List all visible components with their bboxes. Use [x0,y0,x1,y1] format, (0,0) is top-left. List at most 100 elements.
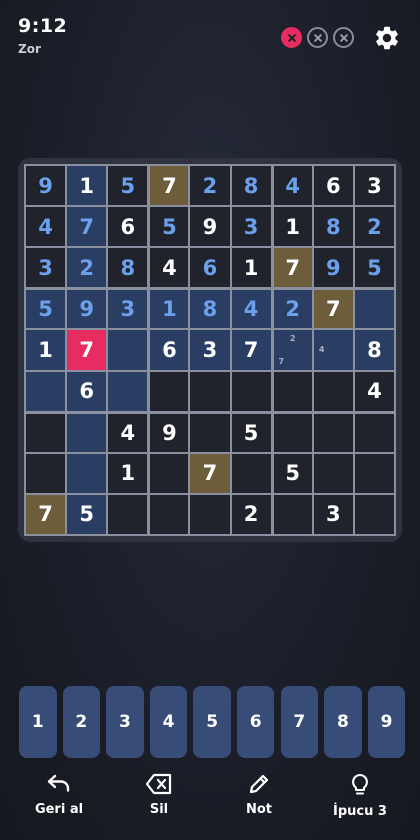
sudoku-cell-r9c5[interactable] [190,494,230,534]
sudoku-cell-r8c2[interactable] [67,453,107,493]
sudoku-cell-r6c4[interactable] [150,371,189,411]
number-key-4[interactable]: 4 [149,686,188,758]
sudoku-cell-r7c9[interactable] [354,413,394,452]
sudoku-cell-r4c5[interactable]: 8 [190,290,230,329]
number-key-9[interactable]: 9 [367,686,406,758]
note-digit [339,356,351,368]
sudoku-cell-r7c5[interactable] [190,413,230,452]
sudoku-cell-r7c4[interactable]: 9 [150,413,189,452]
sudoku-cell-r5c5[interactable]: 3 [190,330,230,370]
sudoku-cell-r7c2[interactable] [67,413,107,452]
sudoku-cell-r9c6[interactable]: 2 [231,494,271,534]
sudoku-cell-r4c8[interactable]: 7 [313,290,353,329]
hint-button[interactable]: İpucu 3 [315,772,405,819]
sudoku-cell-r4c3[interactable]: 3 [108,290,148,329]
number-key-6[interactable]: 6 [236,686,275,758]
sudoku-cell-r2c9[interactable]: 2 [354,207,394,247]
sudoku-cell-r3c7[interactable]: 7 [273,248,312,288]
undo-label: Geri al [34,802,84,817]
sudoku-cell-r2c4[interactable]: 5 [150,207,189,247]
sudoku-cell-r1c3[interactable]: 5 [108,166,148,206]
sudoku-cell-r9c9[interactable] [354,494,394,534]
sudoku-cell-r1c4[interactable]: 7 [150,166,189,206]
sudoku-cell-r6c7[interactable] [273,371,312,411]
notes-button[interactable]: Not [214,772,304,817]
sudoku-cell-r7c1[interactable] [26,413,66,452]
sudoku-cell-r9c4[interactable] [150,494,189,534]
sudoku-cell-r1c6[interactable]: 8 [231,166,271,206]
sudoku-cell-r2c3[interactable]: 6 [108,207,148,247]
sudoku-cell-r5c4[interactable]: 6 [150,330,189,370]
sudoku-cell-r8c7[interactable]: 5 [273,453,312,493]
sudoku-cell-r9c8[interactable]: 3 [313,494,353,534]
sudoku-cell-r8c9[interactable] [354,453,394,493]
sudoku-cell-r5c2[interactable]: 7 [67,330,107,370]
sudoku-cell-r8c4[interactable] [150,453,189,493]
sudoku-cell-r6c2[interactable]: 6 [67,371,107,411]
sudoku-cell-r6c8[interactable] [313,371,353,411]
sudoku-cell-r3c1[interactable]: 3 [26,248,66,288]
sudoku-cell-r2c5[interactable]: 9 [190,207,230,247]
sudoku-cell-r6c5[interactable] [190,371,230,411]
sudoku-cell-r7c7[interactable] [273,413,312,452]
sudoku-cell-r2c2[interactable]: 7 [67,207,107,247]
erase-button[interactable]: Sil [114,772,204,817]
sudoku-cell-r6c6[interactable] [231,371,271,411]
sudoku-cell-r3c5[interactable]: 6 [190,248,230,288]
sudoku-cell-r9c2[interactable]: 5 [67,494,107,534]
sudoku-cell-r5c6[interactable]: 7 [231,330,271,370]
number-key-7[interactable]: 7 [280,686,319,758]
sudoku-cell-r2c1[interactable]: 4 [26,207,66,247]
sudoku-cell-r5c7[interactable]: 27 [273,330,312,370]
number-key-1[interactable]: 1 [19,686,57,758]
sudoku-cell-r3c2[interactable]: 2 [67,248,107,288]
sudoku-cell-r7c3[interactable]: 4 [108,413,148,452]
sudoku-cell-r5c9[interactable]: 8 [354,330,394,370]
sudoku-cell-r1c8[interactable]: 6 [313,166,353,206]
sudoku-cell-r6c3[interactable] [108,371,148,411]
sudoku-cell-r2c8[interactable]: 8 [313,207,353,247]
undo-button[interactable]: Geri al [14,772,104,817]
sudoku-cell-r8c3[interactable]: 1 [108,453,148,493]
sudoku-cell-r3c3[interactable]: 8 [108,248,148,288]
sudoku-cell-r4c1[interactable]: 5 [26,290,66,329]
sudoku-cell-r3c4[interactable]: 4 [150,248,189,288]
number-key-5[interactable]: 5 [193,686,231,758]
sudoku-cell-r6c1[interactable] [26,371,66,411]
sudoku-cell-r4c4[interactable]: 1 [150,290,189,329]
sudoku-cell-r9c7[interactable] [273,494,312,534]
sudoku-cell-r1c2[interactable]: 1 [67,166,107,206]
sudoku-cell-r2c7[interactable]: 1 [273,207,312,247]
difficulty-label: Zor [18,42,41,56]
sudoku-cell-r4c9[interactable] [354,290,394,329]
sudoku-cell-r9c1[interactable]: 7 [26,494,66,534]
number-key-3[interactable]: 3 [106,686,144,758]
sudoku-cell-r8c6[interactable] [231,453,271,493]
mistakes-indicator [281,27,354,48]
sudoku-cell-r1c7[interactable]: 4 [273,166,312,206]
sudoku-cell-r4c2[interactable]: 9 [67,290,107,329]
sudoku-cell-r8c5[interactable]: 7 [190,453,230,493]
sudoku-cell-r3c8[interactable]: 9 [313,248,353,288]
sudoku-cell-r1c1[interactable]: 9 [26,166,66,206]
sudoku-cell-r5c3[interactable] [108,330,148,370]
number-key-2[interactable]: 2 [62,686,101,758]
undo-icon [47,774,70,792]
sudoku-cell-r7c6[interactable]: 5 [231,413,271,452]
number-key-8[interactable]: 8 [324,686,362,758]
sudoku-cell-r7c8[interactable] [313,413,353,452]
sudoku-cell-r8c1[interactable] [26,453,66,493]
sudoku-cell-r2c6[interactable]: 3 [231,207,271,247]
sudoku-cell-r1c5[interactable]: 2 [190,166,230,206]
sudoku-cell-r1c9[interactable]: 3 [354,166,394,206]
sudoku-cell-r3c9[interactable]: 5 [354,248,394,288]
sudoku-cell-r5c1[interactable]: 1 [26,330,66,370]
sudoku-cell-r9c3[interactable] [108,494,148,534]
sudoku-cell-r5c8[interactable]: 4 [313,330,353,370]
sudoku-cell-r3c6[interactable]: 1 [231,248,271,288]
sudoku-cell-r4c6[interactable]: 4 [231,290,271,329]
sudoku-cell-r8c8[interactable] [313,453,353,493]
settings-button[interactable] [373,24,401,52]
sudoku-cell-r6c9[interactable]: 4 [354,371,394,411]
sudoku-cell-r4c7[interactable]: 2 [273,290,312,329]
